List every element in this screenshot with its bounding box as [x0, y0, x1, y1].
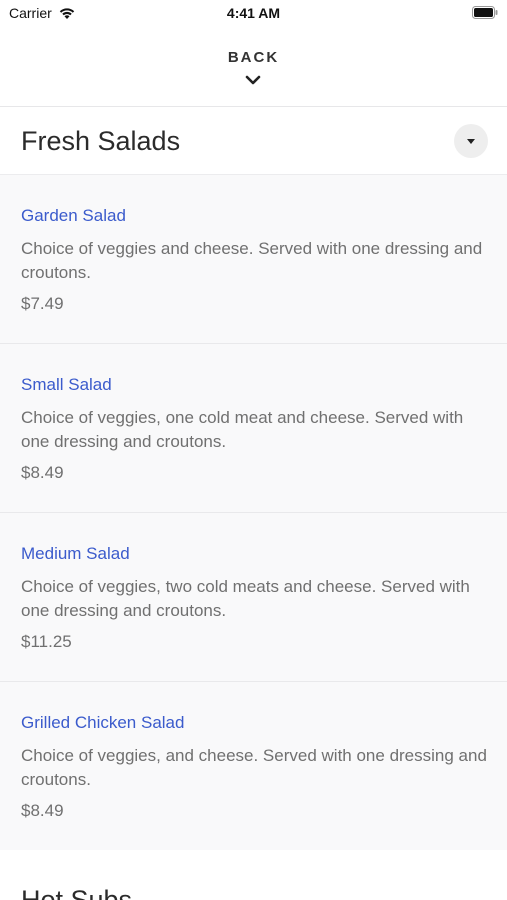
- next-section-header[interactable]: Hot Subs: [0, 850, 507, 900]
- status-bar: Carrier 4:41 AM: [0, 0, 507, 28]
- menu-item[interactable]: Small Salad Choice of veggies, one cold …: [0, 344, 507, 513]
- menu-item[interactable]: Garden Salad Choice of veggies and chees…: [0, 175, 507, 344]
- menu-item-name[interactable]: Small Salad: [21, 375, 112, 395]
- next-section-title: Hot Subs: [21, 885, 133, 900]
- back-header[interactable]: BACK: [0, 28, 507, 107]
- caret-down-icon: [467, 139, 475, 144]
- menu-item-price: $7.49: [21, 294, 64, 313]
- menu-item-price: $8.49: [21, 801, 64, 820]
- menu-item-description: Choice of veggies and cheese. Served wit…: [21, 239, 483, 282]
- menu-item-name[interactable]: Grilled Chicken Salad: [21, 713, 184, 733]
- menu-item-description: Choice of veggies, two cold meats and ch…: [21, 577, 470, 620]
- menu-item-price: $8.49: [21, 463, 64, 482]
- menu-item-name[interactable]: Medium Salad: [21, 544, 130, 564]
- collapse-toggle-button[interactable]: [454, 124, 488, 158]
- back-button-label[interactable]: BACK: [0, 49, 507, 66]
- battery-icon: [472, 6, 498, 19]
- menu-item[interactable]: Medium Salad Choice of veggies, two cold…: [0, 513, 507, 682]
- menu-item[interactable]: Grilled Chicken Salad Choice of veggies,…: [0, 682, 507, 851]
- section-header[interactable]: Fresh Salads: [0, 107, 507, 175]
- menu-item-description: Choice of veggies, and cheese. Served wi…: [21, 746, 487, 789]
- menu-item-description: Choice of veggies, one cold meat and che…: [21, 408, 464, 451]
- chevron-down-icon[interactable]: [244, 74, 262, 86]
- menu-item-list: Garden Salad Choice of veggies and chees…: [0, 175, 507, 851]
- section-title: Fresh Salads: [21, 126, 181, 156]
- menu-item-price: $11.25: [21, 632, 72, 651]
- status-time: 4:41 AM: [226, 5, 281, 21]
- menu-item-name[interactable]: Garden Salad: [21, 206, 126, 226]
